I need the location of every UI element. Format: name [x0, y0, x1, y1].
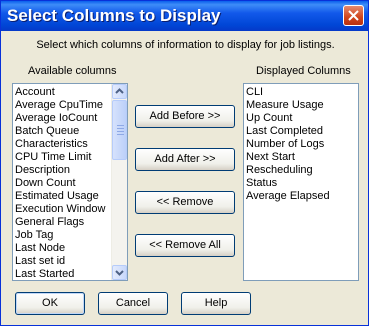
- list-item[interactable]: CPU Time Limit: [13, 151, 127, 164]
- displayed-columns-label: Displayed Columns: [256, 65, 351, 77]
- title-bar[interactable]: Select Columns to Display: [1, 1, 368, 31]
- remove-all-label: << Remove All: [149, 239, 221, 251]
- list-item[interactable]: Average IoCount: [13, 112, 127, 125]
- list-item[interactable]: Last Started: [13, 268, 127, 280]
- scroll-up-button[interactable]: [112, 84, 127, 99]
- list-item[interactable]: General Flags: [13, 216, 127, 229]
- list-item[interactable]: Average Elapsed: [244, 190, 358, 203]
- add-before-label: Add Before >>: [149, 110, 221, 122]
- displayed-columns-list[interactable]: CLI Measure Usage Up Count Last Completed Nu…: [243, 83, 359, 281]
- add-after-button[interactable]: Add After >>: [135, 148, 235, 171]
- add-after-label: Add After >>: [154, 153, 216, 165]
- dialog-description: Select which columns of information to d…: [36, 39, 335, 51]
- list-item[interactable]: Up Count: [244, 112, 358, 125]
- list-item[interactable]: Measure Usage: [244, 99, 358, 112]
- list-item[interactable]: Batch Queue: [13, 125, 127, 138]
- cancel-button[interactable]: Cancel: [98, 292, 168, 315]
- help-button[interactable]: Help: [181, 292, 251, 315]
- ok-button[interactable]: OK: [15, 292, 85, 315]
- list-item[interactable]: Number of Logs: [244, 138, 358, 151]
- add-before-button[interactable]: Add Before >>: [135, 105, 235, 128]
- available-columns-label: Available columns: [28, 65, 117, 77]
- list-item[interactable]: Description: [13, 164, 127, 177]
- up-arrow-icon: [115, 88, 124, 94]
- list-item[interactable]: Estimated Usage: [13, 190, 127, 203]
- remove-button[interactable]: << Remove: [135, 191, 235, 214]
- down-arrow-icon: [115, 270, 124, 276]
- list-item[interactable]: Rescheduling: [244, 164, 358, 177]
- list-item[interactable]: CLI: [244, 86, 358, 99]
- ok-label: OK: [42, 297, 58, 309]
- scroll-thumb[interactable]: [112, 100, 127, 160]
- list-item[interactable]: Characteristics: [13, 138, 127, 151]
- list-item[interactable]: Job Tag: [13, 229, 127, 242]
- scroll-down-button[interactable]: [112, 265, 127, 280]
- available-scrollbar[interactable]: [111, 84, 127, 280]
- list-item[interactable]: Execution Window: [13, 203, 127, 216]
- close-button[interactable]: [343, 5, 364, 26]
- list-item[interactable]: Account: [13, 86, 127, 99]
- dialog-title: Select Columns to Display: [7, 6, 221, 25]
- help-label: Help: [204, 297, 228, 309]
- list-item[interactable]: Last Node: [13, 242, 127, 255]
- close-icon: [348, 10, 359, 21]
- list-item[interactable]: Last Completed: [244, 125, 358, 138]
- remove-label: << Remove: [156, 196, 214, 208]
- list-item[interactable]: Status: [244, 177, 358, 190]
- list-item[interactable]: Last set id: [13, 255, 127, 268]
- list-item[interactable]: Average CpuTime: [13, 99, 127, 112]
- list-item[interactable]: Next Start: [244, 151, 358, 164]
- list-item[interactable]: Down Count: [13, 177, 127, 190]
- cancel-label: Cancel: [115, 297, 151, 309]
- remove-all-button[interactable]: << Remove All: [135, 234, 235, 257]
- available-columns-list[interactable]: Account Average CpuTime Average IoCount Bat…: [12, 83, 128, 281]
- select-columns-dialog: Select Columns to Display Select which c…: [0, 0, 369, 326]
